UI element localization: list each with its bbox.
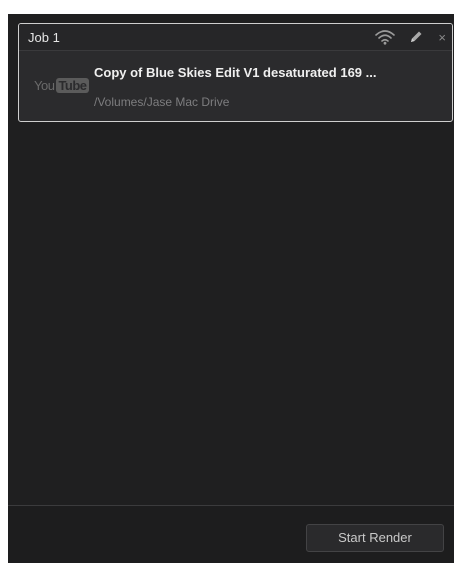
start-render-button[interactable]: Start Render	[306, 524, 444, 552]
job-header-icons: ×	[374, 28, 446, 46]
render-queue-list: Job 1 × You Tube Copy of Blue Skies Edit…	[8, 14, 454, 505]
render-job-card[interactable]: Job 1 × You Tube Copy of Blue Skies Edit…	[18, 23, 453, 122]
job-output-path: /Volumes/Jase Mac Drive	[94, 95, 230, 109]
pencil-icon[interactable]	[408, 29, 424, 45]
job-name: Copy of Blue Skies Edit V1 desaturated 1…	[94, 65, 377, 80]
youtube-logo: You Tube	[34, 78, 89, 93]
wifi-icon[interactable]	[374, 29, 396, 45]
youtube-logo-you: You	[34, 78, 55, 93]
close-icon[interactable]: ×	[438, 31, 446, 44]
render-footer: Start Render	[8, 505, 454, 563]
render-queue-panel: Job 1 × You Tube Copy of Blue Skies Edit…	[8, 14, 454, 563]
youtube-logo-tube: Tube	[56, 78, 89, 93]
job-header: Job 1 ×	[19, 24, 452, 51]
job-body: You Tube Copy of Blue Skies Edit V1 desat…	[19, 51, 452, 121]
job-title: Job 1	[28, 30, 60, 45]
